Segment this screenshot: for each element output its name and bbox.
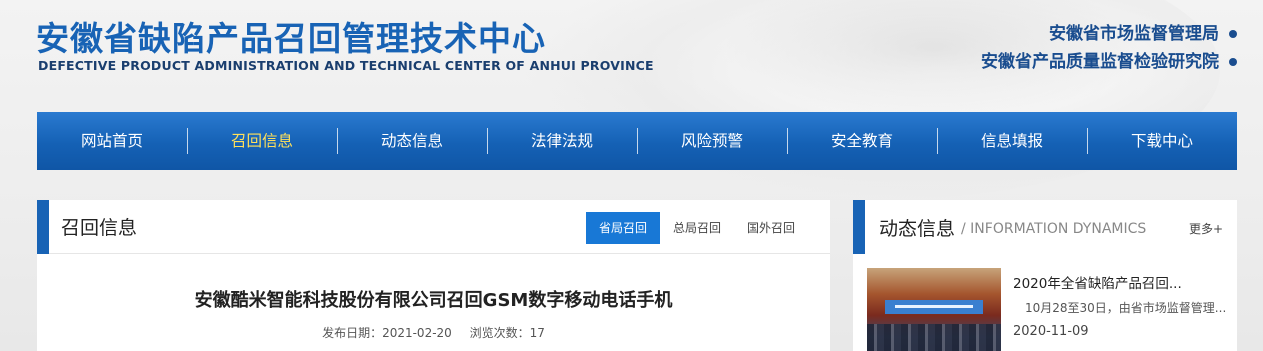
panel-accent-bar	[37, 199, 49, 254]
news-panel-title: 动态信息	[879, 217, 956, 240]
org-link-market-supervision[interactable]: 安徽省市场监督管理局	[981, 20, 1237, 48]
thumbnail-audience	[867, 324, 1001, 351]
news-thumbnail-image[interactable]	[867, 268, 1001, 351]
article-meta: 发布日期：2021-02-20 浏览次数：17	[37, 324, 830, 341]
main-nav: 网站首页 召回信息 动态信息 法律法规 风险预警 安全教育 信息填报 下载中心	[37, 112, 1237, 170]
tab-provincial-recall[interactable]: 省局召回	[585, 212, 660, 244]
nav-item-info-report[interactable]: 信息填报	[937, 128, 1087, 154]
org-list: 安徽省市场监督管理局 安徽省产品质量监督检验研究院	[981, 20, 1237, 76]
nav-item-laws[interactable]: 法律法规	[487, 128, 637, 154]
org-link-quality-institute[interactable]: 安徽省产品质量监督检验研究院	[981, 48, 1237, 76]
nav-item-recall-info[interactable]: 召回信息	[187, 128, 337, 154]
news-item-title[interactable]: 2020年全省缺陷产品召回...	[1013, 272, 1182, 292]
news-panel-subtitle: / INFORMATION DYNAMICS	[961, 221, 1147, 237]
nav-item-safety-education[interactable]: 安全教育	[787, 128, 937, 154]
org-label: 安徽省市场监督管理局	[1049, 24, 1219, 44]
nav-item-home[interactable]: 网站首页	[37, 128, 187, 154]
panel-accent-bar	[853, 200, 865, 254]
bullet-icon	[1229, 30, 1237, 38]
news-panel-header: 动态信息 / INFORMATION DYNAMICS 更多+	[853, 200, 1237, 254]
site-title[interactable]: 安徽省缺陷产品召回管理技术中心	[36, 12, 546, 60]
recall-panel: 召回信息 省局召回 总局召回 国外召回 安徽酷米智能科技股份有限公司召回GSM数…	[37, 199, 830, 351]
publish-date: 发布日期：2021-02-20	[322, 326, 452, 340]
tab-foreign-recall[interactable]: 国外召回	[734, 212, 808, 244]
recall-panel-title: 召回信息	[61, 217, 138, 239]
view-count: 浏览次数：17	[469, 326, 545, 340]
tab-national-recall[interactable]: 总局召回	[660, 212, 734, 244]
article-title[interactable]: 安徽酷米智能科技股份有限公司召回GSM数字移动电话手机	[37, 286, 830, 312]
news-item-date: 2020-11-09	[1013, 324, 1089, 339]
recall-tabs: 省局召回 总局召回 国外召回	[585, 212, 808, 244]
nav-item-risk-warning[interactable]: 风险预警	[637, 128, 787, 154]
news-item-summary: 10月28至30日，由省市场监督管理...	[1025, 301, 1227, 315]
site-subtitle: DEFECTIVE PRODUCT ADMINISTRATION AND TEC…	[38, 58, 654, 73]
more-link[interactable]: 更多+	[1189, 220, 1223, 237]
recall-panel-header: 召回信息 省局召回 总局召回 国外召回	[37, 199, 830, 254]
thumbnail-banner	[885, 300, 983, 314]
bullet-icon	[1229, 58, 1237, 66]
news-item[interactable]: 2020年全省缺陷产品召回... 10月28至30日，由省市场监督管理... 2…	[853, 254, 1237, 351]
nav-item-downloads[interactable]: 下载中心	[1087, 128, 1237, 154]
org-label: 安徽省产品质量监督检验研究院	[981, 52, 1219, 72]
nav-item-dynamics[interactable]: 动态信息	[337, 128, 487, 154]
